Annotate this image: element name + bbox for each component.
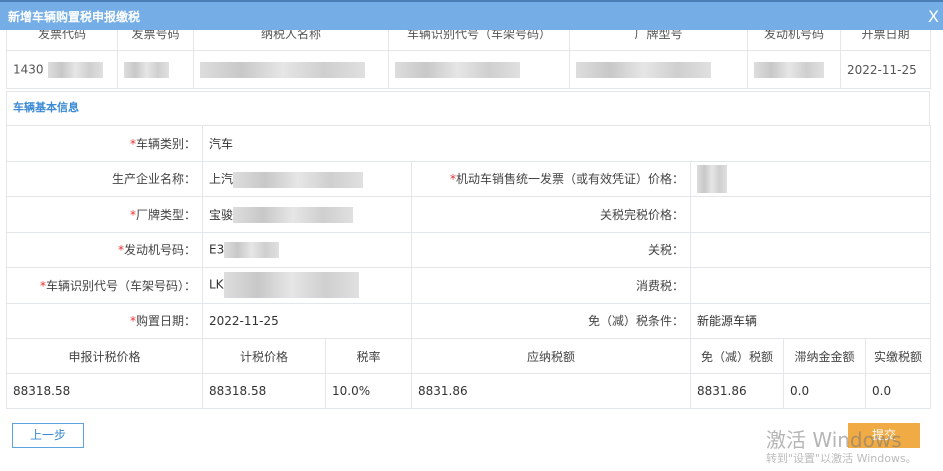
late-fee: 0.0 [783,373,866,409]
redacted [233,207,354,223]
tariff-label: 关税： [411,231,691,268]
windows-watermark-sub: 转到"设置"以激活 Windows。 [766,452,917,465]
engine-value: E3 [209,242,225,257]
redacted [224,241,280,258]
actual-tax: 0.0 [865,373,931,409]
redacted [223,272,359,299]
redacted [200,61,365,78]
table-row[interactable]: 1430 2022-11-25 [6,50,931,89]
col-header: 免（减）税额 [690,338,784,374]
vehicle-type-value: 汽车 [201,125,932,162]
invoice-price-label: 机动车销售统一发票（或有效凭证）价格： [455,172,684,187]
purchase-date-label: 购置日期： [135,314,196,329]
dialog-title: 新增车辆购置税申报缴税 [8,10,141,24]
customs-price-input[interactable] [689,196,932,233]
vin-value: LK [209,277,224,292]
col-header: 计税价格 [202,338,326,374]
col-header: 税率 [325,338,412,374]
tax-table: 申报计税价格 计税价格 税率 应纳税额 免（减）税额 滞纳金金额 实缴税额 88… [6,338,931,409]
engine-label: 发动机号码： [123,243,196,258]
brand-value: 宝骏 [209,207,234,222]
col-header: 应纳税额 [411,338,691,374]
customs-price-label: 关税完税价格： [411,196,691,233]
redacted [124,61,169,78]
invoice-date: 2022-11-25 [840,50,931,89]
col-header: 滞纳金金额 [783,338,866,374]
declared-price: 88318.58 [6,373,203,409]
consumption-tax-input[interactable] [689,267,932,304]
exemption-label: 免（减）税条件： [411,302,691,339]
purchase-date-value: 2022-11-25 [202,302,412,339]
vehicle-type-label: 车辆类别： [135,136,196,151]
redacted [47,61,103,78]
redacted [395,61,520,78]
consumption-tax-label: 消费税： [411,267,691,304]
manufacturer-label: 生产企业名称： [6,160,203,197]
close-icon[interactable]: X [928,2,939,32]
dialog-title-bar: 新增车辆购置税申报缴税 X [0,0,943,30]
invoice-code: 1430 [13,62,44,76]
vehicle-form: *车辆类别： 汽车 生产企业名称： 上汽 *机动车销售统一发票（或有效凭证）价格… [6,125,932,339]
col-header: 申报计税价格 [6,338,203,374]
manufacturer-value: 上汽 [209,172,234,186]
tariff-input[interactable] [689,231,932,268]
exemption-value: 新能源车辆 [689,302,932,339]
redacted [233,171,364,188]
tax-payable: 8831.86 [411,373,691,409]
taxable-price: 88318.58 [202,373,326,409]
table-row: 88318.58 88318.58 10.0% 8831.86 8831.86 … [6,373,931,409]
redacted [576,61,711,78]
tax-rate: 10.0% [325,373,412,409]
windows-watermark: 激活 Windows [766,428,902,452]
section-title: 车辆基本信息 [6,91,930,125]
redacted [754,61,824,78]
col-header: 实缴税额 [865,338,931,374]
redacted [697,164,727,193]
prev-button[interactable]: 上一步 [12,423,84,448]
brand-label: 厂牌类型： [135,207,196,222]
vin-label: 车辆识别代号（车架号码）： [45,278,196,293]
tax-exempt: 8831.86 [690,373,784,409]
